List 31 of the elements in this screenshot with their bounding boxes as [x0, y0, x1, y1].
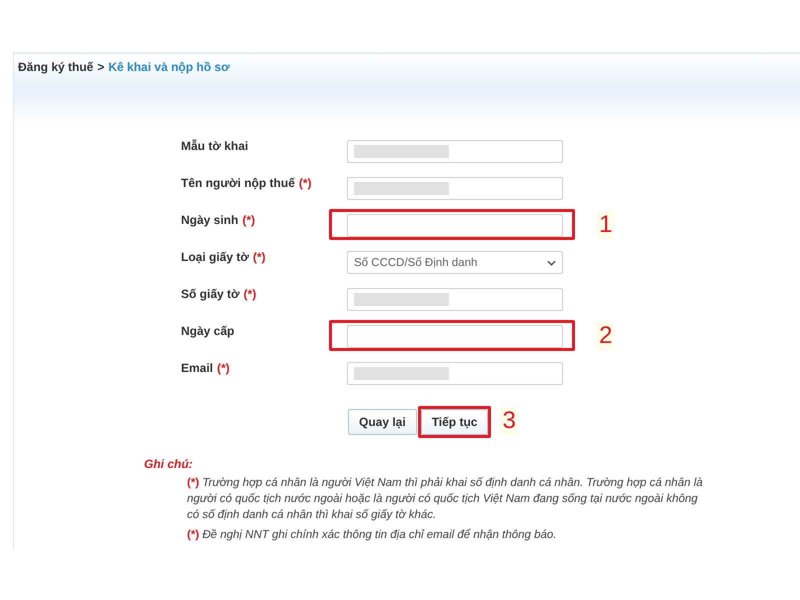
notes-title: Ghi chú: — [144, 457, 194, 471]
callout-number: 1 — [597, 211, 614, 239]
input-field[interactable] — [347, 140, 563, 163]
field-label: Ngày sinh — [181, 212, 238, 226]
required-mark: (*) — [298, 176, 312, 190]
callout-number: 3 — [500, 407, 518, 435]
input-field[interactable] — [347, 288, 563, 311]
field-label: Số giấy tờ — [181, 286, 240, 300]
form-button[interactable]: Quay lại — [348, 409, 417, 435]
field-label: Loại giấy tờ — [181, 250, 249, 264]
required-mark: (*) — [252, 250, 266, 264]
form-button[interactable]: Tiếp tục — [420, 409, 488, 435]
required-mark: (*) — [242, 212, 256, 226]
required-mark: (*) — [244, 286, 256, 300]
dropdown[interactable]: Số CCCD/Số Định danh — [347, 251, 563, 274]
required-mark: (*) — [217, 360, 230, 374]
note-text: (*) Đề nghị NNT ghi chính xác thông tin địa chỉ email để nhận thông báo. — [187, 528, 558, 543]
note-text: (*) Trường hợp cá nhân là người Việt Nam thì phải khai số định danh cá nhân. Trường hợp cá nhân là người có quốc tịch nước ngoài hoặc là người có quốc tịch Việt Nam đang sống tại nước ngoài không có số định danh cá nhân thì khai số giấy tờ khác. — [187, 476, 704, 523]
input-field[interactable] — [347, 177, 563, 200]
field-label: Email — [181, 360, 214, 374]
field-label: Ngày cấp — [181, 324, 234, 338]
field-label: Mẫu tờ khai — [181, 138, 248, 152]
input-field[interactable] — [347, 214, 563, 237]
chevron-down-icon — [547, 260, 556, 266]
breadcrumb-link[interactable]: Đăng ký thuế — [18, 60, 94, 74]
input-field[interactable] — [347, 325, 563, 348]
breadcrumb-current: Kê khai và nộp hồ sơ — [108, 60, 230, 74]
breadcrumb-separator: > — [97, 60, 104, 74]
callout-number: 2 — [597, 322, 614, 350]
input-field[interactable] — [347, 362, 563, 385]
field-label: Tên người nộp thuế — [181, 176, 295, 190]
